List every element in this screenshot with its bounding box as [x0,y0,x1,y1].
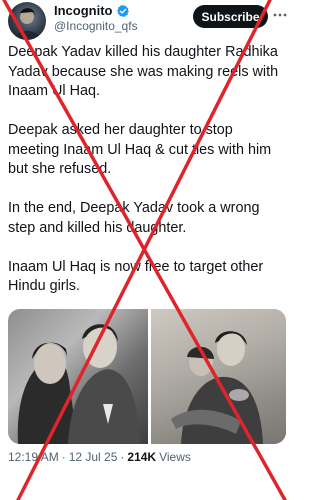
more-options-icon[interactable] [273,8,287,22]
avatar-image [14,8,40,40]
tweet-paragraph: In the end, Deepak Yadav took a wrong st… [8,200,260,236]
verified-badge-icon [116,4,129,17]
views-label: Views [159,450,191,464]
display-name[interactable]: Incognito [54,3,130,18]
scooter-ride-photo[interactable] [151,309,286,444]
user-handle[interactable]: @Incognito_qfs [54,19,138,33]
tweet-text: Deepak Yadav killed his daughter Radhika… [8,43,286,316]
meta-separator: · [61,450,66,464]
post-time[interactable]: 12:19 AM [8,450,59,464]
tweet-meta: 12:19 AM · 12 Jul 25 · 214K Views [8,450,191,464]
couple-portrait-image [17,324,140,444]
tweet-paragraph: Deepak asked her daughter to stop meetin… [8,122,272,177]
scooter-ride-image [151,309,286,444]
avatar[interactable] [8,2,46,40]
tweet-header: Incognito @Incognito_qfs Subscribe [0,0,290,40]
display-name-text: Incognito [54,3,113,18]
media-grid [8,309,286,444]
subscribe-button[interactable]: Subscribe [193,5,268,28]
tweet-paragraph: Inaam Ul Haq is now free to target other… [8,258,264,295]
couple-portrait-photo[interactable] [8,309,148,444]
tweet-paragraph: Deepak Yadav killed his daughter Radhika… [8,44,279,99]
views-count: 214K [127,450,157,464]
post-date[interactable]: 12 Jul 25 [69,450,118,464]
meta-separator: · [120,450,125,464]
